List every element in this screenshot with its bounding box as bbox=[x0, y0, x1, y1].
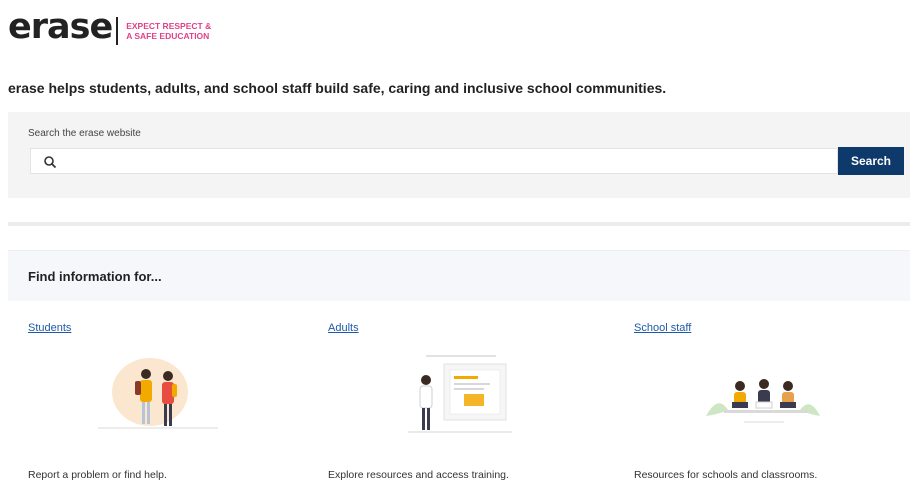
search-box[interactable] bbox=[30, 148, 838, 174]
school-staff-illustration-icon bbox=[706, 379, 820, 423]
tagline-line-1: EXPECT RESPECT & bbox=[126, 20, 212, 31]
search-icon bbox=[44, 156, 57, 169]
search-button[interactable]: Search bbox=[838, 147, 904, 175]
school-staff-card: School staff Resources for schools and c… bbox=[634, 322, 894, 482]
school-staff-description: Resources for schools and classrooms. bbox=[634, 469, 818, 481]
adults-illustration-icon bbox=[408, 355, 512, 433]
tagline-line-2: A SAFE EDUCATION bbox=[126, 30, 210, 41]
adults-description: Explore resources and access training. bbox=[328, 469, 509, 481]
erase-logo[interactable]: erase bbox=[8, 10, 113, 45]
students-illustration-icon bbox=[98, 358, 218, 429]
school-staff-link[interactable]: School staff bbox=[634, 322, 894, 334]
adults-card: Adults Explore resources and access trai… bbox=[328, 322, 588, 482]
find-information-title: Find information for... bbox=[28, 269, 162, 284]
site-header: erase EXPECT RESPECT & A SAFE EDUCATION bbox=[8, 10, 211, 45]
section-divider bbox=[8, 222, 910, 226]
adults-link[interactable]: Adults bbox=[328, 322, 588, 334]
search-input[interactable] bbox=[67, 151, 831, 173]
find-information-header: Find information for... bbox=[8, 250, 910, 301]
students-link[interactable]: Students bbox=[28, 322, 288, 334]
students-card: Students Report a problem or find help. bbox=[28, 322, 288, 482]
tagline: EXPECT RESPECT & A SAFE EDUCATION bbox=[126, 21, 211, 41]
find-information-panel: Find information for... Students Report … bbox=[8, 250, 910, 489]
logo-divider bbox=[116, 16, 119, 45]
students-description: Report a problem or find help. bbox=[28, 469, 167, 481]
search-panel: Search the erase website Search bbox=[8, 112, 910, 198]
search-label: Search the erase website bbox=[28, 128, 141, 139]
intro-text: erase helps students, adults, and school… bbox=[8, 80, 667, 96]
